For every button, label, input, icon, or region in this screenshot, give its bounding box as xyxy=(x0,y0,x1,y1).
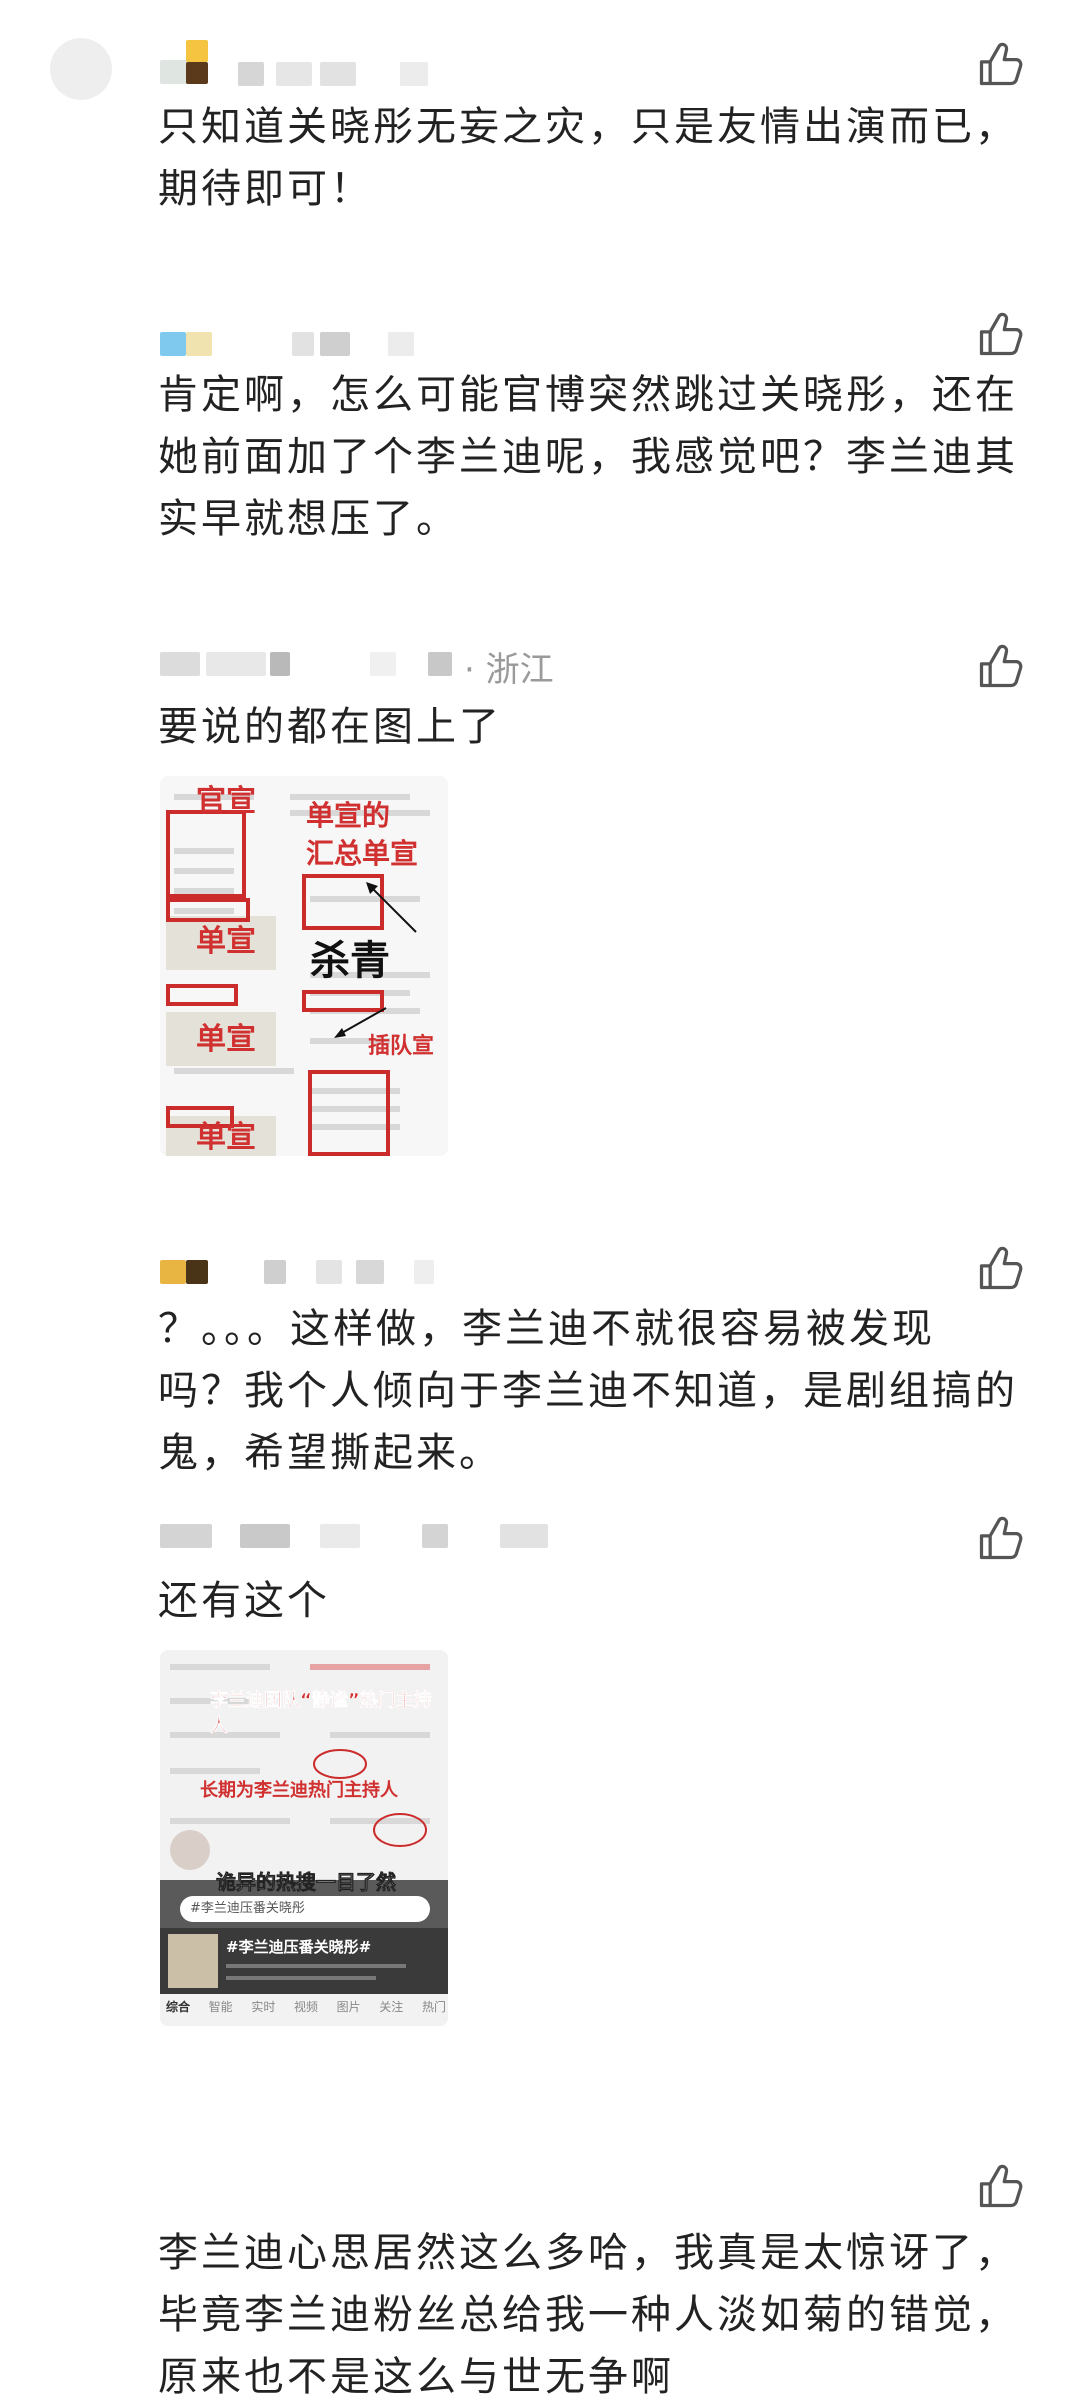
tab-item[interactable]: 热门 xyxy=(422,1998,446,2015)
comment-text-line: 李兰迪心思居然这么多哈，我真是太惊讶了， xyxy=(158,2230,1018,2276)
location-label: · 浙江 xyxy=(464,650,554,690)
like-button[interactable] xyxy=(975,2160,1027,2212)
username-blurred[interactable] xyxy=(160,318,460,362)
tab-item[interactable]: 关注 xyxy=(379,1998,403,2015)
comment-image-announcements[interactable]: 官宣 单宣的 汇总单宣 单宣 杀青 单宣 插队宣 单宣 xyxy=(160,776,448,1156)
comment-image-hot-search[interactable]: 李兰迪团队“静谧”热门主持人 长期为李兰迪热门主持人 诡异的热搜一目了然 #李兰… xyxy=(160,1650,448,2026)
thumbs-up-icon xyxy=(979,312,1023,356)
tab-item[interactable]: 综合 xyxy=(166,1998,190,2015)
comment-text-line: 期待即可！ xyxy=(158,166,373,212)
thumbs-up-icon xyxy=(979,42,1023,86)
tab-item[interactable]: 实时 xyxy=(251,1998,275,2015)
thumbs-up-icon xyxy=(979,2164,1023,2208)
comment-text-line: 原来也不是这么与世无争啊 xyxy=(158,2354,674,2400)
like-button[interactable] xyxy=(975,1512,1027,1564)
image-annotation: 杀青 xyxy=(310,938,390,984)
image-annotation: 李兰迪团队“静谧”热门主持人 xyxy=(210,1690,432,1738)
search-box: #李兰迪压番关晓彤 xyxy=(180,1896,430,1922)
image-annotation: 官宣 xyxy=(196,784,256,819)
comment-text: 还有这个 xyxy=(158,1578,330,1624)
like-button[interactable] xyxy=(975,1242,1027,1294)
thumbs-up-icon xyxy=(979,1516,1023,1560)
comment-text-line: 实早就想压了。 xyxy=(158,496,459,542)
thumbs-up-icon xyxy=(979,644,1023,688)
image-annotation: 单宣 xyxy=(196,924,256,959)
tab-bar: 综合 智能 实时 视频 图片 关注 热门 xyxy=(166,1998,446,2015)
red-circle-annotation xyxy=(373,1813,427,1847)
arrow-icon xyxy=(366,882,417,933)
image-annotation: 单宣 xyxy=(196,1120,256,1155)
like-button[interactable] xyxy=(975,38,1027,90)
tab-item[interactable]: 视频 xyxy=(294,1998,318,2015)
comment-text: 要说的都在图上了 xyxy=(158,704,502,750)
username-blurred[interactable]: · 浙江 xyxy=(160,646,580,690)
red-circle-annotation xyxy=(313,1749,367,1779)
comment-text-line: 肯定啊，怎么可能官博突然跳过关晓彤，还在 xyxy=(158,372,1018,418)
like-button[interactable] xyxy=(975,640,1027,692)
username-blurred[interactable] xyxy=(160,40,460,86)
username-blurred[interactable] xyxy=(160,1254,460,1298)
image-annotation: 汇总单宣 xyxy=(306,837,419,870)
comment-text-line: 鬼，希望撕起来。 xyxy=(158,1430,502,1476)
comment-text-line: ？。。。这样做，李兰迪不就很容易被发现 xyxy=(158,1306,935,1352)
tab-item[interactable]: 智能 xyxy=(209,1998,233,2015)
username-blurred[interactable] xyxy=(160,1518,580,1562)
comment-text-line: 吗？我个人倾向于李兰迪不知道，是剧组搞的 xyxy=(158,1368,1018,1414)
comment-text-line: 只知道关晓彤无妄之灾，只是友情出演而已， xyxy=(158,104,1018,150)
arrow-icon xyxy=(334,1007,387,1038)
comment-text-line: 她前面加了个李兰迪呢，我感觉吧？李兰迪其 xyxy=(158,434,1018,480)
image-annotation: 单宣的 xyxy=(306,799,391,832)
avatar[interactable] xyxy=(50,38,112,100)
comment-text-line: 毕竟李兰迪粉丝总给我一种人淡如菊的错觉， xyxy=(158,2292,1018,2338)
thumbs-up-icon xyxy=(979,1246,1023,1290)
like-button[interactable] xyxy=(975,308,1027,360)
image-annotation: 诡异的热搜一目了然 xyxy=(216,1870,397,1895)
image-annotation: 单宣 xyxy=(196,1022,256,1057)
hashtag-title: #李兰迪压番关晓彤# xyxy=(226,1938,372,1956)
search-text: #李兰迪压番关晓彤 xyxy=(190,1901,305,1916)
tab-item[interactable]: 图片 xyxy=(337,1998,361,2015)
